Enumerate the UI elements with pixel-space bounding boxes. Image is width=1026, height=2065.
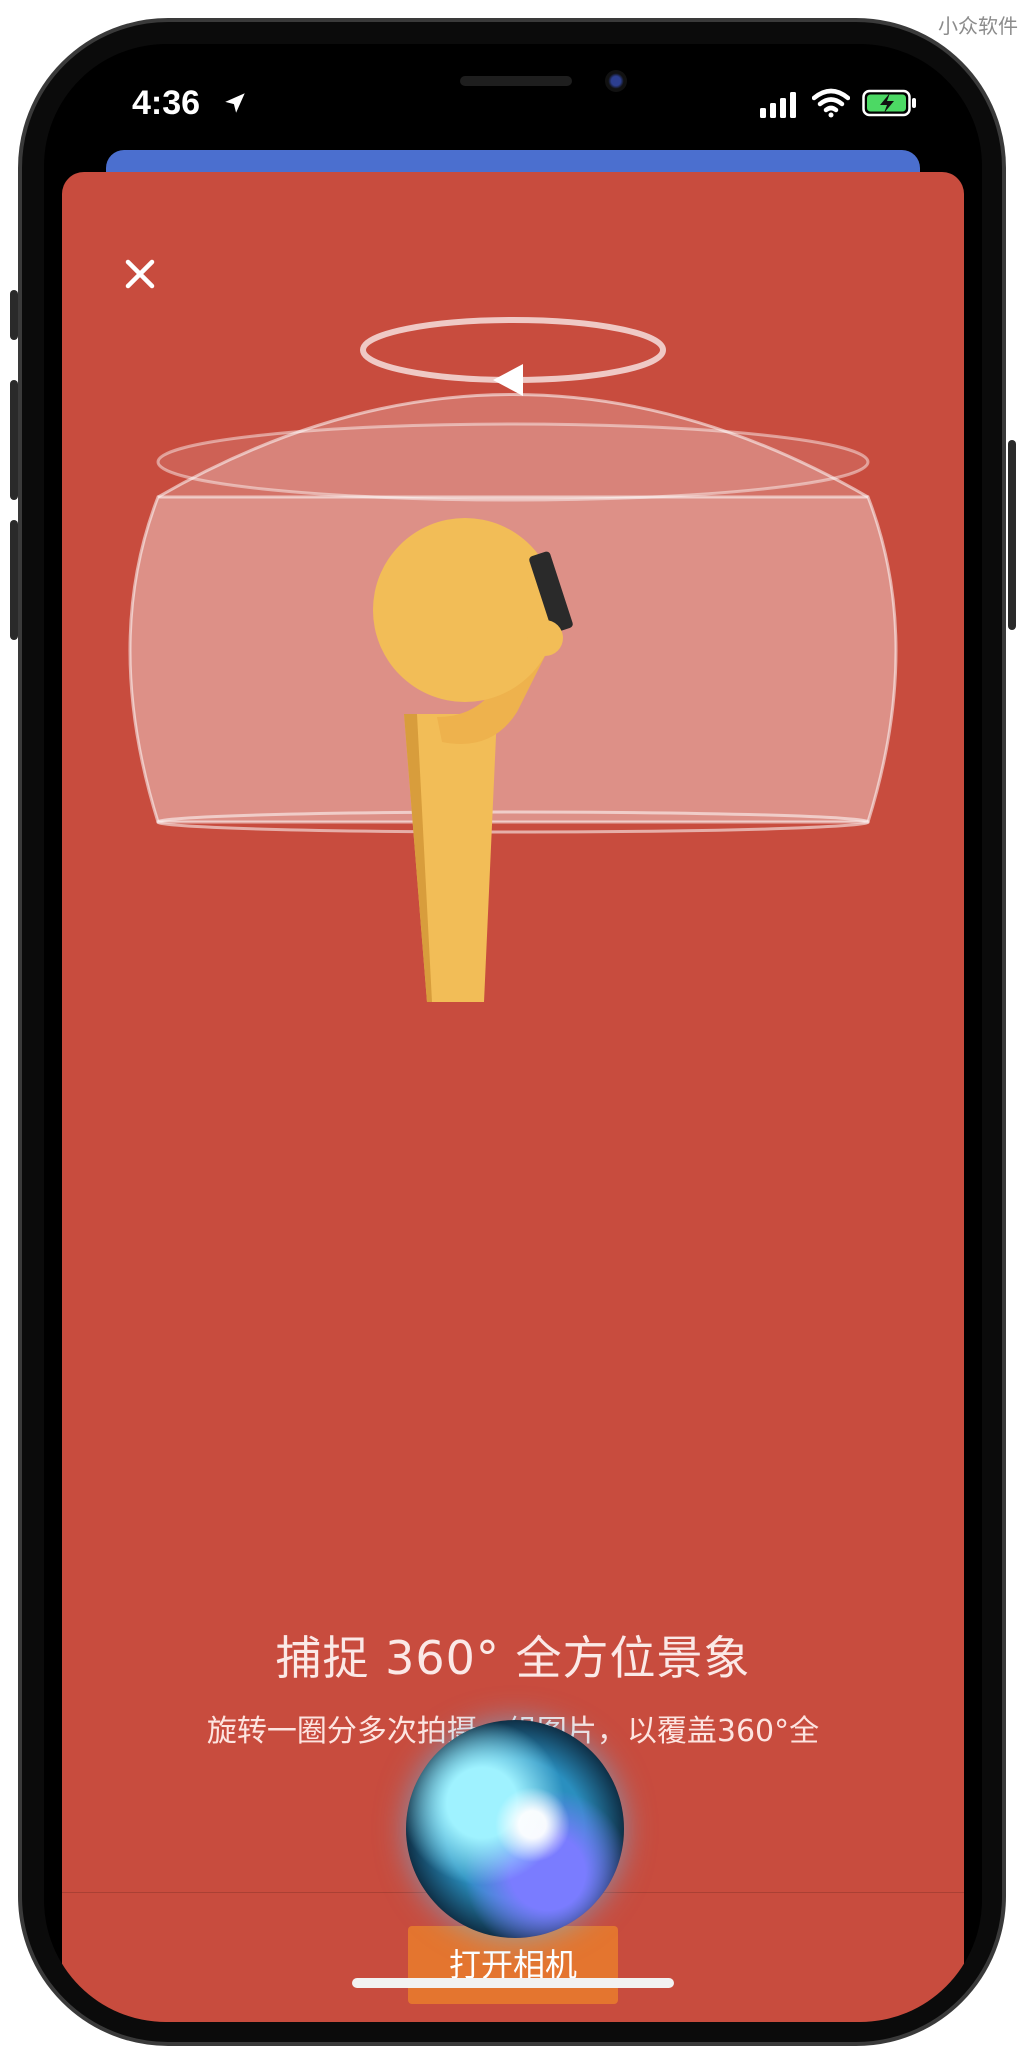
- 360-capture-illustration: [128, 393, 898, 1002]
- location-arrow-icon: [225, 93, 245, 113]
- page-title: 捕捉 360° 全方位景象: [275, 1631, 751, 1685]
- battery-charging-icon: [862, 89, 916, 117]
- close-icon[interactable]: [112, 246, 168, 302]
- phone-mute-switch: [10, 290, 18, 340]
- phone-power-button: [1008, 440, 1016, 630]
- rotate-arrow-ring: [360, 317, 666, 396]
- phone-screen: 4:36 捕捉 360° 全方位景象 打开相机: [44, 44, 982, 2022]
- status-time: 4:36: [132, 84, 201, 122]
- wifi-icon: [812, 88, 850, 118]
- phone-volume-down: [10, 520, 18, 640]
- cellular-signal-icon: [760, 92, 796, 118]
- front-camera: [605, 70, 627, 92]
- phone-volume-up: [10, 380, 18, 500]
- siri-orb-icon[interactable]: [406, 1720, 624, 1938]
- earpiece-speaker: [460, 76, 572, 86]
- watermark-text: 小众软件: [938, 14, 1018, 38]
- home-indicator[interactable]: [352, 1978, 674, 1988]
